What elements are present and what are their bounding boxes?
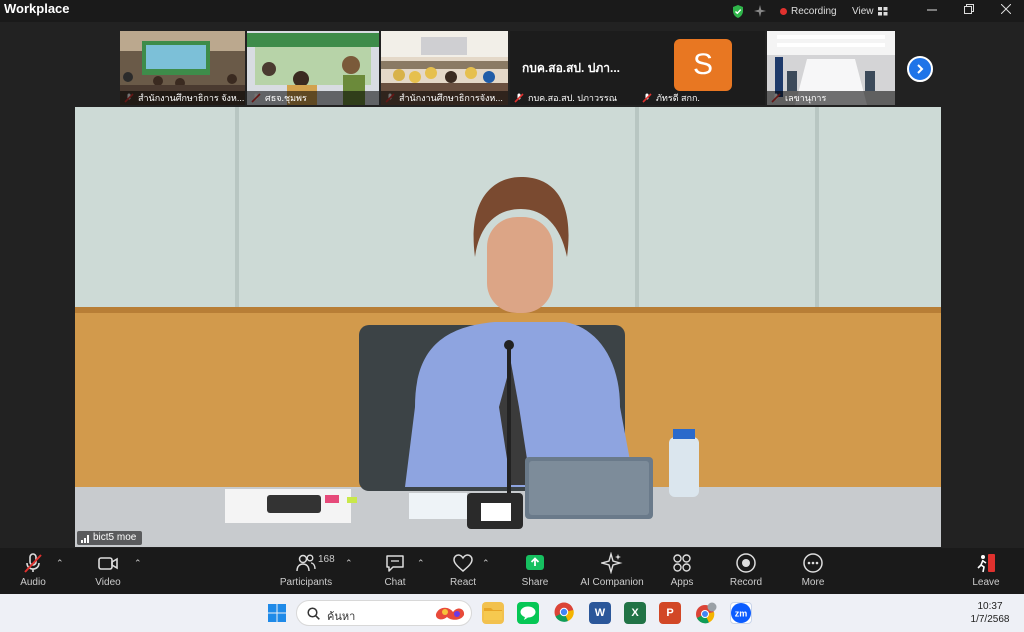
thumbnail-strip: สำนักงานศึกษาธิการ จังห... ศธจ.ชุมพร สำน…: [120, 31, 895, 105]
participant-name: สำนักงานศึกษาธิการ จังห...: [120, 91, 245, 105]
signal-bars-icon: [81, 535, 89, 543]
chat-bubble-icon: [386, 555, 404, 572]
excel-icon[interactable]: X: [624, 602, 646, 624]
record-button[interactable]: Record: [711, 552, 781, 588]
muted-microphone-icon: [24, 553, 42, 573]
participants-options-caret-icon[interactable]: ⌃: [345, 558, 353, 569]
participants-count: 168: [318, 554, 335, 565]
view-button[interactable]: View: [852, 0, 888, 22]
line-app-icon[interactable]: [517, 602, 539, 624]
speaker-name: bict5 moe: [93, 532, 137, 543]
record-icon: [736, 553, 756, 573]
word-icon[interactable]: W: [589, 602, 611, 624]
meeting-stage: สำนักงานศึกษาธิการ จังห... ศธจ.ชุมพร สำน…: [0, 22, 1024, 548]
more-button[interactable]: More: [778, 552, 848, 588]
search-placeholder: ค้นหา: [327, 611, 356, 623]
leave-door-icon: [977, 554, 995, 573]
windows-start-icon[interactable]: [266, 602, 288, 624]
participant-thumbnail[interactable]: กบค.สอ.สป. ปภา... S กบค.สอ.สป. ปภาวรรณ ภ…: [510, 31, 765, 105]
search-highlight-image: [435, 607, 465, 620]
video-camera-icon: [98, 557, 118, 570]
participant-thumbnail[interactable]: เลขานุการ: [767, 31, 895, 105]
restore-icon[interactable]: [954, 0, 984, 22]
participant-label: กบค.สอ.สป. ปภา...: [522, 61, 620, 75]
zoom-icon-text: zm: [735, 609, 748, 619]
recording-label: Recording: [791, 5, 837, 17]
chrome-icon[interactable]: [553, 602, 575, 624]
audio-options-caret-icon[interactable]: ⌃: [56, 558, 64, 569]
system-clock[interactable]: 10:37 1/7/2568: [962, 600, 1018, 626]
react-label: React: [449, 577, 477, 588]
chevron-right-icon: [917, 64, 924, 74]
audio-label: Audio: [20, 577, 46, 588]
participants-icon: [296, 554, 316, 572]
participant-thumbnail[interactable]: สำนักงานศึกษาธิการจังห...: [381, 31, 508, 105]
apps-icon: [673, 554, 691, 572]
participant-name: ภัทรดี สกก.: [656, 93, 700, 103]
recording-indicator[interactable]: Recording: [780, 0, 837, 22]
share-button[interactable]: Share: [500, 552, 570, 588]
participant-thumbnail[interactable]: ศธจ.ชุมพร: [247, 31, 379, 105]
share-screen-icon: [526, 555, 544, 570]
apps-button[interactable]: Apps: [647, 552, 717, 588]
taskbar-search-input[interactable]: ค้นหา: [296, 600, 472, 626]
participant-avatar: S: [674, 39, 732, 91]
minimize-icon[interactable]: [917, 0, 947, 22]
video-label: Video: [95, 577, 121, 588]
chat-label: Chat: [384, 577, 406, 588]
chat-options-caret-icon[interactable]: ⌃: [417, 558, 425, 569]
powerpoint-icon[interactable]: P: [659, 602, 681, 624]
search-icon: [307, 607, 320, 620]
speaker-video-image: [75, 107, 941, 547]
speaker-name-tag: bict5 moe: [77, 531, 143, 545]
chrome-profile-icon[interactable]: [695, 602, 717, 624]
leave-label: Leave: [972, 577, 1000, 588]
participants-label: Participants: [279, 577, 333, 588]
share-label: Share: [521, 577, 549, 588]
video-button[interactable]: Video: [73, 552, 143, 588]
heart-icon: [453, 554, 473, 572]
close-icon[interactable]: [991, 0, 1021, 22]
apps-label: Apps: [670, 577, 694, 588]
participant-name: เลขานุการ: [767, 91, 895, 105]
participant-name: สำนักงานศึกษาธิการจังห...: [381, 91, 508, 105]
react-options-caret-icon[interactable]: ⌃: [482, 558, 490, 569]
view-label: View: [852, 5, 874, 17]
clock-date: 1/7/2568: [970, 614, 1010, 625]
zoom-app-icon[interactable]: zm: [730, 602, 752, 624]
ai-companion-label: AI Companion: [580, 577, 644, 588]
video-options-caret-icon[interactable]: ⌃: [134, 558, 142, 569]
participant-name: กบค.สอ.สป. ปภาวรรณ: [528, 93, 618, 103]
participant-name: ศธจ.ชุมพร: [247, 91, 379, 105]
recording-dot-icon: [780, 7, 787, 15]
ai-companion-button[interactable]: AI Companion: [577, 552, 647, 588]
participant-thumbnail[interactable]: สำนักงานศึกษาธิการ จังห...: [120, 31, 245, 105]
ai-companion-sparkle-icon: [601, 552, 623, 574]
clock-time: 10:37: [977, 601, 1003, 612]
encryption-shield-icon[interactable]: [732, 0, 746, 22]
meeting-toolbar: Audio ⌃ Video ⌃ Participants 168 ⌃ Chat …: [0, 548, 1024, 594]
app-title: Workplace: [4, 1, 70, 16]
windows-taskbar: ค้นหา W X P zm 10:37 1/7/2568: [0, 594, 1024, 632]
more-label: More: [801, 577, 825, 588]
ai-sparkle-icon[interactable]: [754, 0, 768, 22]
zoom-workplace-window: Workplace Recording View สำนักงานศึกษาธิ…: [0, 0, 1024, 632]
record-label: Record: [729, 577, 763, 588]
title-bar: Workplace Recording View: [0, 0, 1024, 22]
file-explorer-icon[interactable]: [482, 602, 504, 624]
grid-view-icon: [877, 6, 887, 15]
next-page-button[interactable]: [907, 56, 933, 82]
leave-button[interactable]: Leave: [951, 552, 1021, 588]
active-speaker-video[interactable]: bict5 moe: [75, 107, 941, 547]
more-ellipsis-icon: [803, 553, 823, 573]
